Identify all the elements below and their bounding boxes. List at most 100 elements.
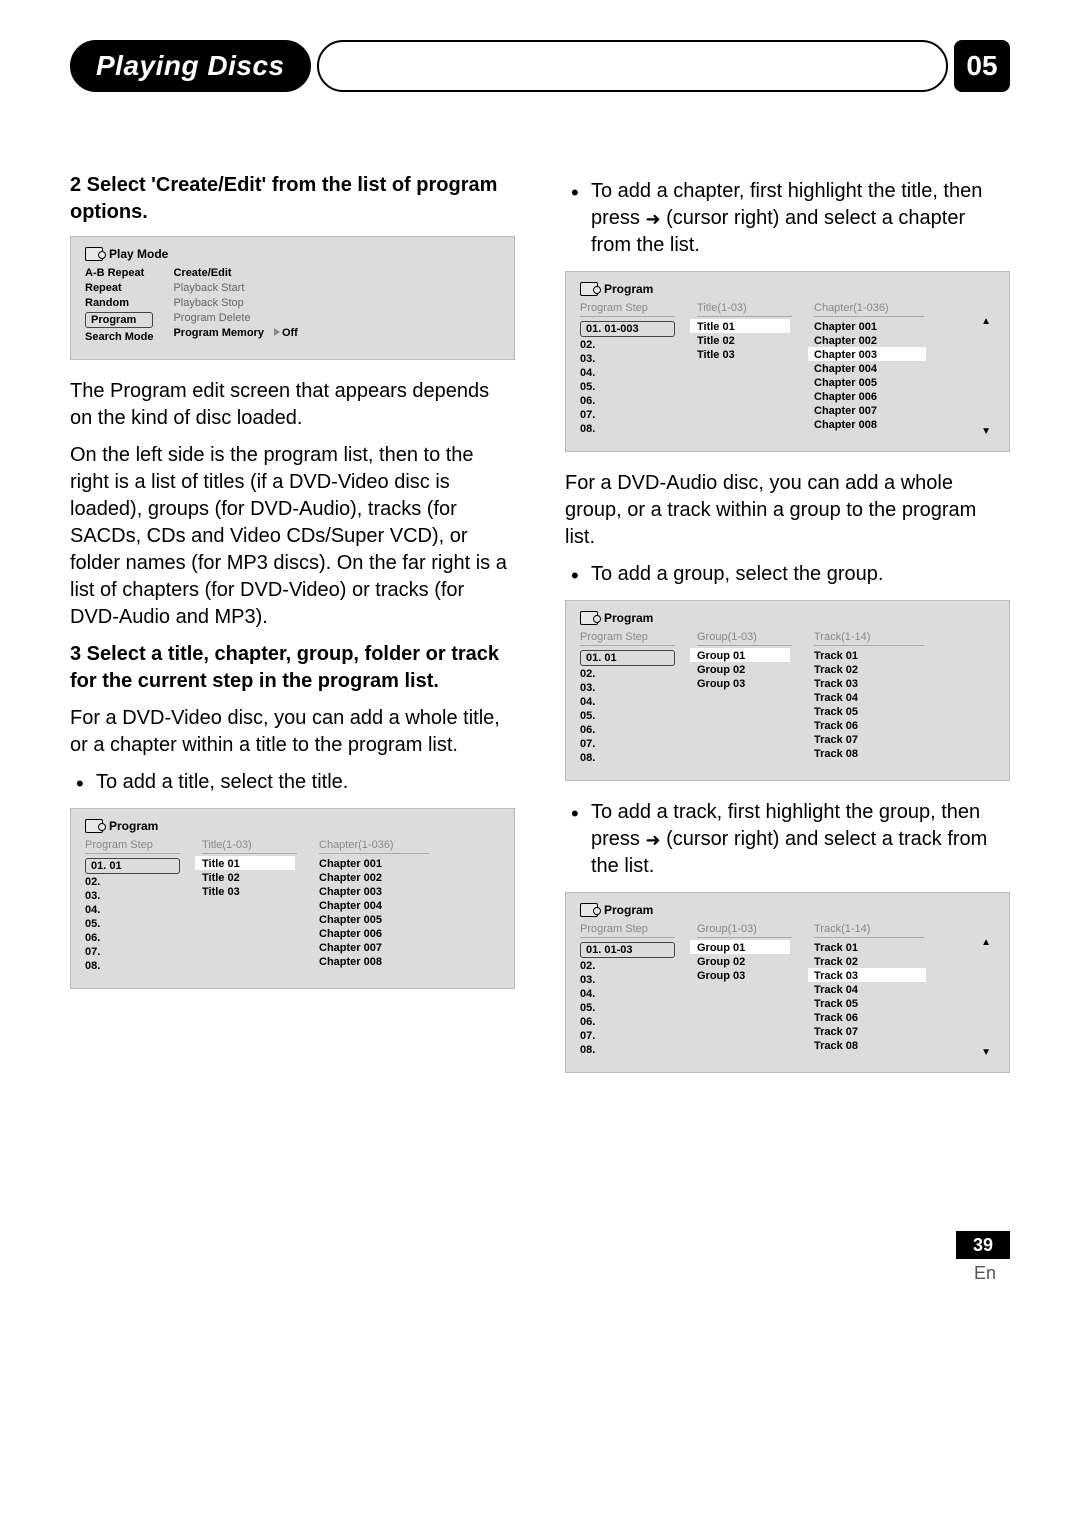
step: 02.	[85, 876, 180, 888]
step-selected: 01. 01-03	[580, 942, 675, 958]
osd-title: Program	[604, 282, 653, 296]
triangle-right-icon	[274, 328, 280, 336]
pm-opt: Create/Edit	[173, 267, 297, 279]
scroll-down-icon: ▼	[981, 426, 991, 437]
step: 08.	[580, 423, 675, 435]
chapter-item: Chapter 005	[814, 377, 924, 389]
track-item: Track 01	[814, 942, 924, 954]
step: 05.	[580, 381, 675, 393]
title-item: Title 03	[202, 886, 297, 898]
pm-item: Repeat	[85, 282, 153, 294]
bullet: To add a group, select the group.	[565, 561, 1010, 588]
step: 07.	[85, 946, 180, 958]
bullet: To add a track, first highlight the grou…	[565, 799, 1010, 880]
right-column: To add a chapter, first highlight the ti…	[565, 172, 1010, 1091]
col-head: Program Step	[580, 923, 675, 938]
step: 07.	[580, 409, 675, 421]
step: 06.	[580, 1016, 675, 1028]
pm-opt-disabled: Playback Stop	[173, 297, 297, 309]
section-title: Playing Discs	[96, 50, 285, 82]
paragraph: For a DVD-Audio disc, you can add a whol…	[565, 470, 1010, 551]
title-item: Title 01	[202, 858, 297, 870]
track-item: Track 05	[814, 706, 924, 718]
osd-program-title: Program Program Step 01. 01 02. 03. 04. …	[70, 808, 515, 989]
bullet: To add a chapter, first highlight the ti…	[565, 178, 1010, 259]
page-header: Playing Discs 05	[70, 40, 1010, 92]
paragraph: The Program edit screen that appears dep…	[70, 378, 515, 432]
step: 04.	[580, 988, 675, 1000]
col-head: Chapter(1-036)	[814, 302, 924, 317]
osd-play-mode-title: Play Mode	[109, 247, 168, 261]
step: 06.	[580, 395, 675, 407]
paragraph: For a DVD-Video disc, you can add a whol…	[70, 705, 515, 759]
osd-icon	[580, 611, 598, 625]
step: 03.	[580, 682, 675, 694]
chapter-item: Chapter 001	[319, 858, 429, 870]
step: 07.	[580, 738, 675, 750]
group-item: Group 02	[697, 956, 792, 968]
scroll-up-icon: ▲	[981, 937, 991, 948]
step: 05.	[580, 710, 675, 722]
pm-opt-disabled: Program Delete	[173, 312, 297, 324]
step-selected: 01. 01	[85, 858, 180, 874]
track-item: Track 02	[814, 664, 924, 676]
step: 04.	[580, 696, 675, 708]
page-number: 39	[973, 1235, 993, 1256]
chapter-number-badge: 05	[954, 40, 1010, 92]
chapter-item: Chapter 002	[319, 872, 429, 884]
col-head: Chapter(1-036)	[319, 839, 429, 854]
group-item: Group 01	[697, 942, 792, 954]
step-selected: 01. 01	[580, 650, 675, 666]
step: 08.	[580, 1044, 675, 1056]
chapter-item: Chapter 007	[319, 942, 429, 954]
pm-item: Search Mode	[85, 331, 153, 343]
track-item: Track 07	[814, 1026, 924, 1038]
step: 08.	[580, 752, 675, 764]
chapter-item: Chapter 002	[814, 335, 924, 347]
title-item: Title 02	[697, 335, 792, 347]
chapter-item: Chapter 008	[814, 419, 924, 431]
osd-program-chapter: Program Program Step 01. 01-003 02. 03. …	[565, 271, 1010, 452]
step-2-heading: 2 Select 'Create/Edit' from the list of …	[70, 172, 515, 226]
col-head: Group(1-03)	[697, 923, 792, 938]
pm-opt-disabled: Playback Start	[173, 282, 297, 294]
col-head: Track(1-14)	[814, 631, 924, 646]
osd-title: Program	[604, 611, 653, 625]
col-head: Title(1-03)	[697, 302, 792, 317]
step: 07.	[580, 1030, 675, 1042]
step-3-heading: 3 Select a title, chapter, group, folder…	[70, 641, 515, 695]
track-item: Track 01	[814, 650, 924, 662]
track-item: Track 05	[814, 998, 924, 1010]
col-head: Program Step	[85, 839, 180, 854]
page-number-badge: 39	[956, 1231, 1010, 1259]
chapter-item: Chapter 008	[319, 956, 429, 968]
chapter-item: Chapter 007	[814, 405, 924, 417]
osd-icon	[580, 903, 598, 917]
step: 03.	[85, 890, 180, 902]
step: 06.	[580, 724, 675, 736]
title-item: Title 03	[697, 349, 792, 361]
pm-opt-memory: Program Memory Off	[173, 327, 297, 339]
chapter-item: Chapter 004	[814, 363, 924, 375]
scroll-down-icon: ▼	[981, 1047, 991, 1058]
step: 08.	[85, 960, 180, 972]
step: 05.	[85, 918, 180, 930]
group-item: Group 03	[697, 970, 792, 982]
track-item: Track 06	[814, 720, 924, 732]
col-head: Track(1-14)	[814, 923, 924, 938]
paragraph: On the left side is the program list, th…	[70, 442, 515, 631]
pm-item-selected: Program	[85, 312, 153, 328]
language-label: En	[70, 1263, 1010, 1284]
col-head: Title(1-03)	[202, 839, 297, 854]
col-head: Program Step	[580, 631, 675, 646]
section-title-bubble: Playing Discs	[70, 40, 311, 92]
step: 02.	[580, 960, 675, 972]
step-selected: 01. 01-003	[580, 321, 675, 337]
step: 04.	[580, 367, 675, 379]
header-separator-bubble	[317, 40, 948, 92]
chapter-item: Chapter 005	[319, 914, 429, 926]
step: 02.	[580, 668, 675, 680]
pm-item: A-B Repeat	[85, 267, 153, 279]
step: 03.	[580, 353, 675, 365]
osd-program-group: Program Program Step 01. 01 02. 03. 04. …	[565, 600, 1010, 781]
